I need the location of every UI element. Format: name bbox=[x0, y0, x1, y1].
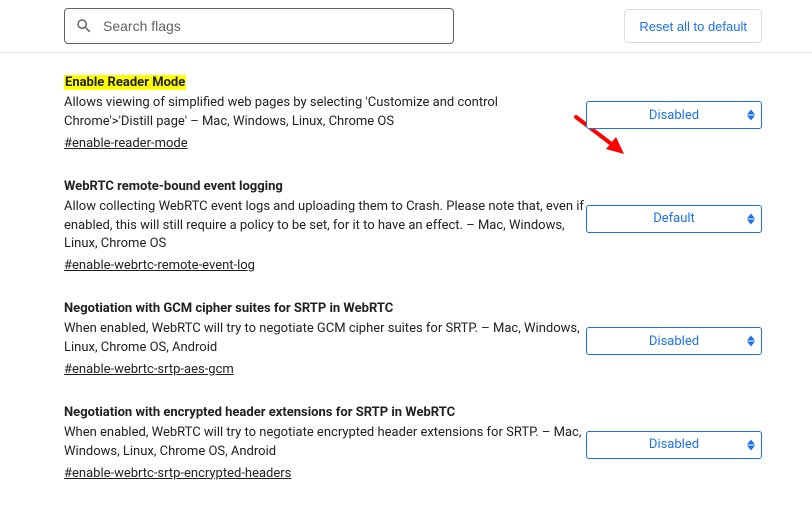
flag-text: Negotiation with GCM cipher suites for S… bbox=[64, 301, 586, 377]
flag-select-value: Disabled bbox=[649, 334, 699, 349]
search-box[interactable] bbox=[64, 8, 454, 44]
top-bar: Reset all to default bbox=[0, 0, 812, 53]
flag-select-value: Disabled bbox=[649, 437, 699, 452]
flag-title: Negotiation with GCM cipher suites for S… bbox=[64, 301, 393, 316]
flag-hash-link[interactable]: #enable-webrtc-srtp-encrypted-headers bbox=[64, 466, 291, 481]
flag-row: WebRTC remote-bound event logging Allow … bbox=[64, 179, 762, 274]
flag-text: WebRTC remote-bound event logging Allow … bbox=[64, 179, 586, 274]
flag-hash-link[interactable]: #enable-webrtc-srtp-aes-gcm bbox=[64, 362, 234, 377]
flag-select-wrap: Disabled bbox=[586, 301, 762, 355]
flag-select-wrap: Disabled bbox=[586, 405, 762, 459]
flag-select[interactable]: Disabled bbox=[586, 431, 762, 459]
flag-title: WebRTC remote-bound event logging bbox=[64, 179, 283, 194]
flag-hash-link[interactable]: #enable-reader-mode bbox=[64, 136, 188, 151]
select-sort-icon bbox=[747, 439, 755, 450]
flag-text: Negotiation with encrypted header extens… bbox=[64, 405, 586, 481]
flag-row: Enable Reader Mode Allows viewing of sim… bbox=[64, 75, 762, 151]
select-sort-icon bbox=[747, 336, 755, 347]
flag-description: Allow collecting WebRTC event logs and u… bbox=[64, 198, 586, 255]
reset-all-button[interactable]: Reset all to default bbox=[624, 9, 762, 43]
flags-list: Enable Reader Mode Allows viewing of sim… bbox=[0, 53, 812, 519]
flag-title: Enable Reader Mode bbox=[64, 75, 186, 90]
flag-select[interactable]: Disabled bbox=[586, 327, 762, 355]
flag-select[interactable]: Disabled bbox=[586, 101, 762, 129]
flag-title: Negotiation with encrypted header extens… bbox=[64, 405, 455, 420]
flag-select-wrap: Default bbox=[586, 179, 762, 233]
flag-select-value: Disabled bbox=[649, 108, 699, 123]
flag-description: When enabled, WebRTC will try to negotia… bbox=[64, 320, 586, 358]
flag-select-wrap: Disabled bbox=[586, 75, 762, 129]
flag-description: When enabled, WebRTC will try to negotia… bbox=[64, 424, 586, 462]
flag-hash-link[interactable]: #enable-webrtc-remote-event-log bbox=[64, 258, 255, 273]
flag-row: Negotiation with GCM cipher suites for S… bbox=[64, 301, 762, 377]
search-input[interactable] bbox=[101, 17, 443, 35]
flag-row: Negotiation with encrypted header extens… bbox=[64, 405, 762, 481]
search-icon bbox=[75, 17, 93, 35]
select-sort-icon bbox=[747, 110, 755, 121]
select-sort-icon bbox=[747, 213, 755, 224]
flag-text: Enable Reader Mode Allows viewing of sim… bbox=[64, 75, 586, 151]
flag-select-value: Default bbox=[653, 211, 695, 226]
flag-description: Allows viewing of simplified web pages b… bbox=[64, 94, 586, 132]
flag-select[interactable]: Default bbox=[586, 205, 762, 233]
